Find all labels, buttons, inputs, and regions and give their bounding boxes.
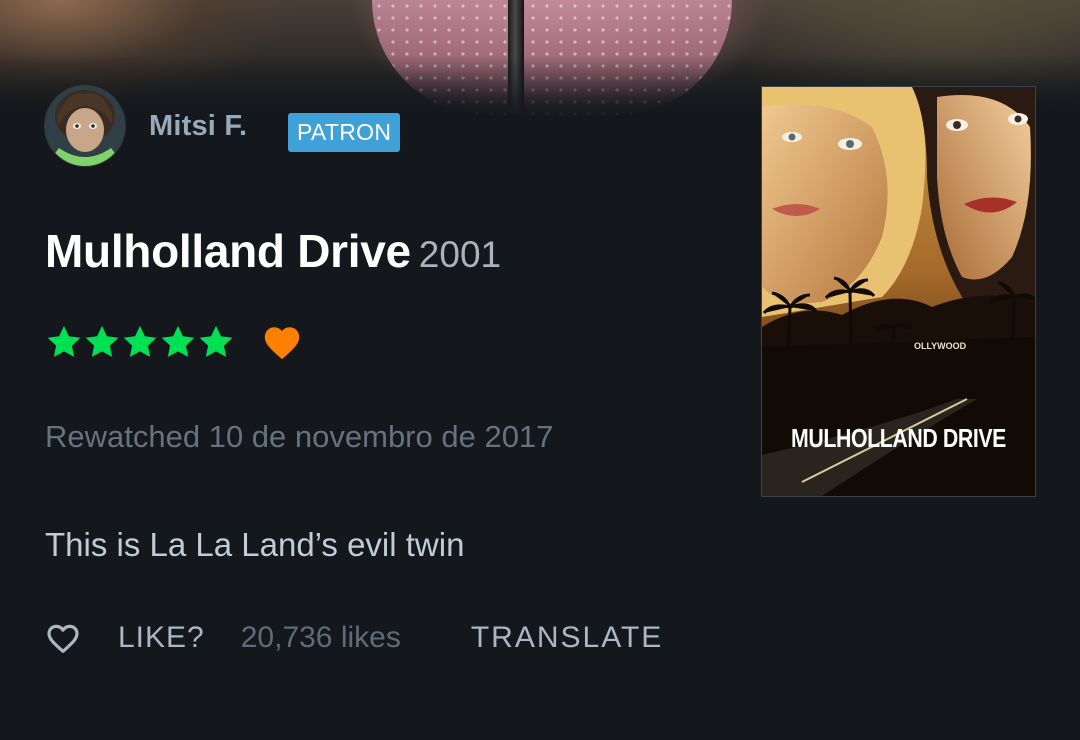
star-rating <box>45 322 235 362</box>
review-screen: Mitsi F. PATRON Mulholland Drive 2001 Rew… <box>0 0 1080 740</box>
heart-outline-icon[interactable] <box>45 622 81 654</box>
film-poster[interactable]: OLLYWOOD MULHOLLAND DRIVE <box>761 86 1036 497</box>
likes-count[interactable]: 20,736 likes <box>241 621 401 655</box>
review-body: This is La La Land’s evil twin <box>45 526 465 563</box>
watched-date[interactable]: Rewatched 10 de novembro de 2017 <box>45 419 553 455</box>
poster-title: MULHOLLAND DRIVE <box>791 423 1006 453</box>
star-icon <box>85 325 119 357</box>
star-icon <box>199 325 233 357</box>
film-year[interactable]: 2001 <box>419 234 501 275</box>
translate-button[interactable]: TRANSLATE <box>471 621 663 655</box>
star-icon <box>123 325 157 357</box>
film-title[interactable]: Mulholland Drive <box>45 225 411 277</box>
like-button[interactable]: LIKE? <box>118 621 205 655</box>
author-name[interactable]: Mitsi F. <box>149 110 247 143</box>
star-icon <box>47 325 81 357</box>
review-actions: LIKE? 20,736 likes TRANSLATE <box>45 615 663 661</box>
poster-hollywood-sign: OLLYWOOD <box>914 341 967 351</box>
author-avatar[interactable] <box>45 86 125 166</box>
star-icon <box>161 325 195 357</box>
film-heading: Mulholland Drive 2001 <box>45 224 501 278</box>
patron-badge: PATRON <box>288 113 401 152</box>
heart-filled-icon <box>264 327 300 360</box>
